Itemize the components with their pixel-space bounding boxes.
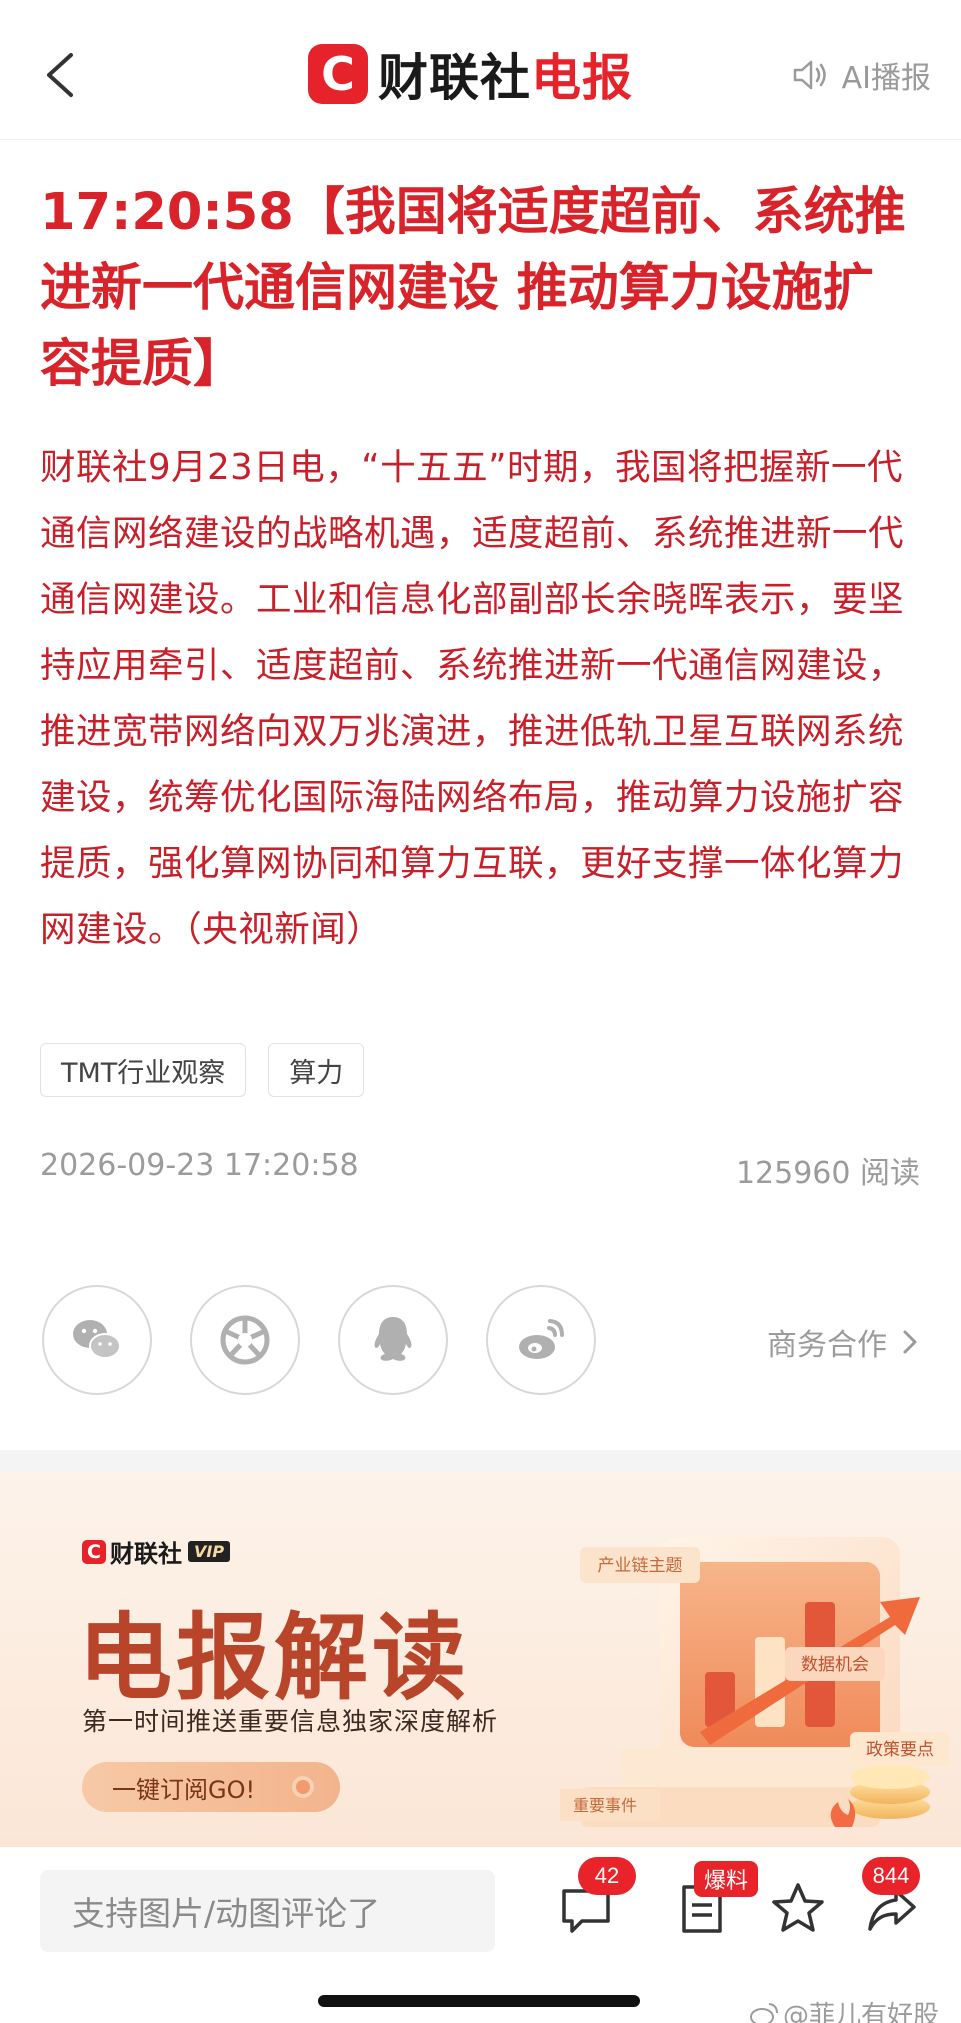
business-cooperation-link[interactable]: 商务合作 (767, 1320, 921, 1364)
comment-input[interactable]: 支持图片/动图评论了 (40, 1870, 495, 1952)
top-nav-bar: C 财联社 电报 AI播报 (0, 0, 961, 140)
baoliao-badge: 爆料 (694, 1861, 759, 1897)
speaker-icon (793, 60, 826, 90)
favorite-button[interactable] (768, 1879, 828, 1939)
wechat-icon (73, 1320, 121, 1359)
read-count: 125960 阅读 (735, 1156, 920, 1191)
banner-brand-name: 财联社 (110, 1540, 182, 1568)
share-row (42, 1285, 596, 1395)
tag-item[interactable]: 算力 (268, 1043, 365, 1097)
tag-item[interactable]: TMT行业观察 (40, 1043, 247, 1097)
back-button[interactable] (30, 40, 90, 110)
illus-label-industry: 产业链主题 (598, 1556, 683, 1576)
publish-datetime: 2026-09-23 17:20:58 (40, 1148, 359, 1183)
banner-brand: C 财联社 VIP (82, 1534, 231, 1569)
share-weibo-button[interactable] (486, 1285, 596, 1395)
comment-placeholder: 支持图片/动图评论了 (72, 1894, 381, 1933)
banner-subtitle: 第一时间推送重要信息独家深度解析 (82, 1707, 499, 1736)
subscribe-dot-icon (292, 1776, 314, 1798)
subscribe-label: 一键订阅GO! (112, 1775, 256, 1804)
illus-label-data: 数据机会 (801, 1655, 869, 1675)
section-divider (0, 1450, 961, 1472)
business-cooperation-label: 商务合作 (767, 1328, 887, 1363)
banner-illustration: 产业链主题 数据机会 政策要点 重要事件 (560, 1537, 950, 1827)
illus-label-event: 重要事件 (573, 1796, 637, 1815)
share-count-badge: 844 (862, 1857, 920, 1895)
share-moments-button[interactable] (190, 1285, 300, 1395)
moments-icon (220, 1315, 270, 1365)
chevron-left-icon (47, 53, 73, 97)
brand-logo: C 财联社 电报 (308, 42, 633, 107)
tag-list: TMT行业观察 算力 (40, 1043, 365, 1097)
vip-badge: VIP (188, 1541, 231, 1562)
article-title: 17:20:58【我国将适度超前、系统推进新一代通信网建设 推动算力设施扩容提质… (40, 183, 906, 394)
star-icon (772, 1883, 824, 1932)
article-body: 财联社9月23日电，“十五五”时期，我国将把握新一代通信网络建设的战略机遇，适度… (40, 447, 905, 950)
ai-play-label: AI播报 (841, 61, 931, 96)
bottom-action-bar: 支持图片/动图评论了 42 爆料 844 @菲儿有好股 (0, 1847, 961, 2023)
illus-label-policy: 政策要点 (866, 1740, 934, 1760)
brand-name: 财联社 (378, 49, 531, 107)
home-indicator[interactable] (318, 1995, 640, 2007)
chevron-right-icon (903, 1330, 917, 1354)
brand-sub: 电报 (531, 49, 633, 107)
article-meta: 2026-09-23 17:20:58 125960 阅读 (40, 1148, 920, 1192)
comment-count-badge: 42 (578, 1857, 636, 1895)
share-wechat-button[interactable] (42, 1285, 152, 1395)
weibo-icon (749, 2002, 778, 2023)
promo-banner[interactable]: C 财联社 VIP 电报解读 第一时间推送重要信息独家深度解析 一键订阅GO! (0, 1472, 961, 1847)
weibo-icon (519, 1319, 564, 1359)
subscribe-button[interactable]: 一键订阅GO! (82, 1762, 340, 1812)
watermark: @菲儿有好股 (749, 1995, 939, 2023)
brand-logo-mark: C (308, 44, 368, 104)
banner-title: 电报解读 (78, 1604, 471, 1713)
qq-icon (374, 1317, 412, 1361)
watermark-text: @菲儿有好股 (782, 2001, 939, 2023)
share-qq-button[interactable] (338, 1285, 448, 1395)
banner-logo-mark: C (82, 1539, 106, 1564)
ai-play-button[interactable]: AI播报 (790, 50, 931, 100)
